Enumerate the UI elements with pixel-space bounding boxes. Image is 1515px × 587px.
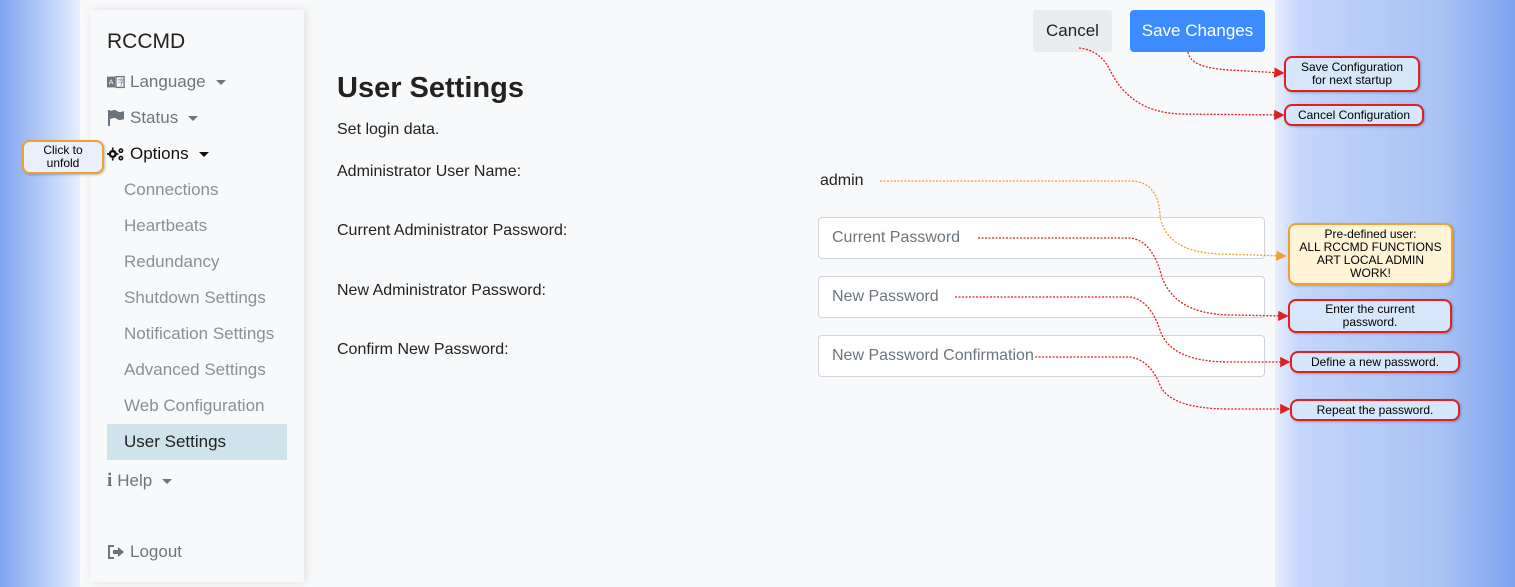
callout-text: WORK! bbox=[1350, 266, 1391, 280]
callout-click-to-unfold: Click to unfold bbox=[22, 140, 104, 174]
connector-current bbox=[978, 237, 1289, 322]
callout-predefined-user: Pre-defined user: ALL RCCMD FUNCTIONS AR… bbox=[1288, 223, 1453, 285]
callout-cancel-configuration: Cancel Configuration bbox=[1284, 104, 1424, 126]
callout-text: password. bbox=[1342, 315, 1398, 329]
connector-admin bbox=[880, 180, 1287, 261]
callout-define-new: Define a new password. bbox=[1290, 351, 1460, 373]
connector-cancel bbox=[1078, 47, 1285, 121]
callout-text: for next startup bbox=[1311, 73, 1393, 87]
connector-save bbox=[1187, 51, 1285, 78]
callout-save-configuration: Save Configuration for next startup bbox=[1284, 56, 1420, 92]
connector-confirm bbox=[1035, 356, 1291, 415]
callout-text: unfold bbox=[46, 156, 80, 170]
callout-enter-current: Enter the current password. bbox=[1288, 299, 1452, 333]
callout-repeat: Repeat the password. bbox=[1290, 399, 1460, 421]
connector-new bbox=[955, 296, 1291, 368]
